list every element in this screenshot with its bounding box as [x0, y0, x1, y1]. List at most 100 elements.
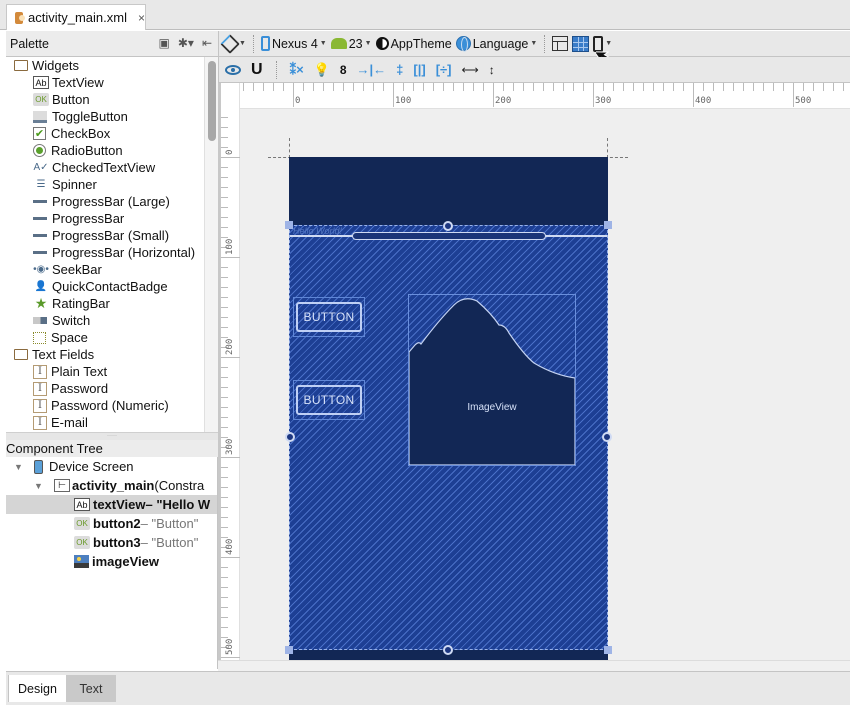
blueprint-mode-button[interactable]: [572, 35, 590, 52]
ruler-tick: [221, 397, 228, 398]
palette-category[interactable]: Text Fields: [6, 346, 204, 363]
device-selector[interactable]: Nexus 4 ▼: [260, 36, 327, 51]
editor-tab-activity-main[interactable]: activity_main.xml ×: [6, 4, 146, 30]
anchor-bottom[interactable]: [443, 645, 453, 655]
resize-handle-top-right[interactable]: [604, 221, 612, 229]
tree-node-detail: – "Hello W: [145, 497, 211, 512]
api-level-selector[interactable]: 23 ▼: [330, 37, 372, 51]
textview-text: Hello World!: [293, 226, 343, 236]
theme-selector[interactable]: AppTheme: [375, 37, 452, 51]
button3-label: BUTTON: [296, 385, 362, 415]
palette-item[interactable]: ProgressBar: [6, 210, 204, 227]
palette-item[interactable]: I E-mail: [6, 414, 204, 431]
tree-node-button3[interactable]: OK button3 – "Button": [6, 533, 217, 552]
component-tree-header: Component Tree: [6, 440, 218, 457]
palette-scrollbar-thumb[interactable]: [208, 61, 216, 141]
expand-horizontally-icon[interactable]: ⟷: [462, 63, 479, 77]
palette-item-label: Password: [51, 381, 109, 396]
horizontal-ruler: 0 100 200 300 400 500: [240, 83, 850, 109]
palette-scrollbar[interactable]: [204, 57, 218, 432]
ruler-tick: [221, 407, 228, 408]
palette-item[interactable]: Space: [6, 329, 204, 346]
resize-handle-bottom-left[interactable]: [285, 646, 293, 654]
tab-text[interactable]: Text: [66, 675, 116, 702]
design-mode-button[interactable]: [552, 36, 569, 51]
resize-handle-top-left[interactable]: [285, 221, 293, 229]
ruler-tick: [723, 83, 724, 91]
palette-item[interactable]: ★ RatingBar: [6, 295, 204, 312]
ruler-tick: [773, 83, 774, 91]
expand-vertically-icon[interactable]: ↕: [489, 63, 495, 77]
default-margin-value[interactable]: 8: [340, 63, 347, 77]
center-vertically-icon[interactable]: [÷]: [436, 62, 452, 77]
eye-icon[interactable]: [225, 64, 241, 75]
palette-item[interactable]: ☰ Spinner: [6, 176, 204, 193]
palette-item[interactable]: ProgressBar (Horizontal): [6, 244, 204, 261]
collapse-icon[interactable]: ▣: [159, 36, 170, 50]
expand-triangle-icon[interactable]: ▼: [34, 481, 46, 491]
anchor-left[interactable]: [285, 432, 295, 442]
palette-item[interactable]: A✓ CheckedTextView: [6, 159, 204, 176]
tree-node-button2[interactable]: OK button2 – "Button": [6, 514, 217, 533]
ruler-tick: [221, 157, 240, 158]
center-horizontally-icon[interactable]: [|]: [413, 62, 425, 77]
ruler-tick: [353, 83, 354, 91]
palette-item[interactable]: ToggleButton: [6, 108, 204, 125]
ruler-tick: [221, 177, 228, 178]
palette-item[interactable]: OK Button: [6, 91, 204, 108]
palette-item[interactable]: RadioButton: [6, 142, 204, 159]
orientation-button[interactable]: ▼: [220, 33, 246, 54]
palette-item[interactable]: Ab TextView: [6, 74, 204, 91]
palette-item-label: CheckedTextView: [52, 160, 156, 175]
ruler-label: 200: [225, 338, 235, 355]
android-icon: [330, 38, 347, 49]
palette-item[interactable]: Switch: [6, 312, 204, 329]
expand-triangle-icon[interactable]: ▼: [14, 462, 26, 472]
hide-panel-icon[interactable]: ⇤: [202, 36, 212, 50]
palette-item[interactable]: •◉• SeekBar: [6, 261, 204, 278]
align-vertical-center-icon[interactable]: ‡: [396, 62, 403, 77]
ruler-tick: [783, 83, 784, 91]
ruler-tick: [753, 83, 754, 91]
palette-category[interactable]: Widgets: [6, 57, 204, 74]
button2-blueprint[interactable]: BUTTON: [293, 297, 365, 337]
palette-item[interactable]: I Password: [6, 380, 204, 397]
tree-node-imageview[interactable]: imageView: [6, 552, 217, 571]
canvas-horizontal-scrollbar[interactable]: [218, 660, 850, 671]
palette-item[interactable]: ProgressBar (Large): [6, 193, 204, 210]
palette-item[interactable]: ProgressBar (Small): [6, 227, 204, 244]
ruler-tick: [573, 83, 574, 91]
anchor-top[interactable]: [443, 221, 453, 231]
tree-node-textview[interactable]: Ab textView – "Hello W: [6, 495, 217, 514]
clear-constraints-icon[interactable]: ⁑×: [290, 62, 304, 78]
palette-item[interactable]: 👤 QuickContactBadge: [6, 278, 204, 295]
tab-design[interactable]: Design: [8, 675, 66, 702]
ruler-tick: [221, 657, 240, 658]
tree-node-device-screen[interactable]: ▼ Device Screen: [6, 457, 217, 476]
align-horizontal-center-icon[interactable]: →|←: [357, 62, 387, 77]
ruler-tick: [221, 167, 228, 168]
ruler-tick: [221, 387, 228, 388]
palette-item-label: Button: [52, 92, 90, 107]
infer-constraints-icon[interactable]: 💡: [314, 62, 330, 78]
palette-item[interactable]: I Password (Numeric): [6, 397, 204, 414]
palette-item[interactable]: ✔ CheckBox: [6, 125, 204, 142]
ruler-tick: [543, 83, 544, 91]
panel-splitter[interactable]: ·····: [6, 432, 218, 440]
tree-node-activity-main[interactable]: ▼ ⊢ activity_main (Constra: [6, 476, 217, 495]
imageview-blueprint[interactable]: [408, 294, 576, 466]
ruler-tick: [273, 83, 274, 91]
textview-blueprint[interactable]: [352, 232, 546, 240]
gear-icon[interactable]: ✱▾: [178, 36, 194, 50]
close-icon[interactable]: ×: [138, 11, 145, 25]
magnet-icon[interactable]: U: [251, 61, 263, 79]
ruler-tick: [221, 467, 228, 468]
palette-item[interactable]: I Plain Text: [6, 363, 204, 380]
anchor-right[interactable]: [602, 432, 612, 442]
palette-item-label: TextView: [52, 75, 104, 90]
language-selector[interactable]: Language ▼: [455, 36, 537, 52]
palette-item-label: ProgressBar (Large): [52, 194, 170, 209]
resize-handle-bottom-right[interactable]: [604, 646, 612, 654]
button3-blueprint[interactable]: BUTTON: [293, 380, 365, 420]
ruler-tick: [343, 83, 344, 91]
